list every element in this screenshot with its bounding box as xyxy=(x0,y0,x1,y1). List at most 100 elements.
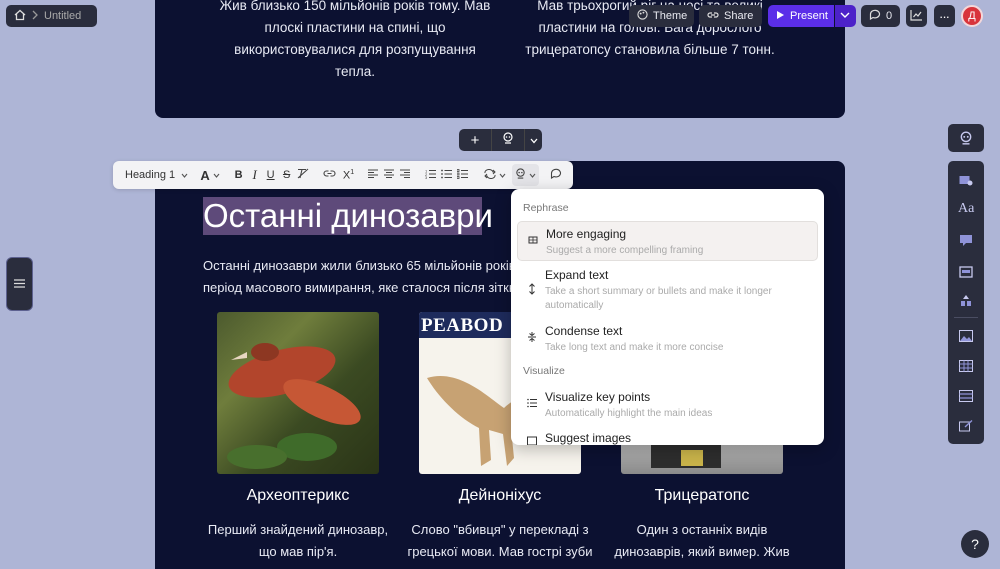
ai-robot-icon xyxy=(502,131,514,149)
text-line: динозаврів, який вимер. Жив xyxy=(614,544,790,559)
chevron-right-icon xyxy=(31,10,39,23)
gallery-icon[interactable] xyxy=(959,359,973,377)
theme-label: Theme xyxy=(653,10,688,22)
chevron-down-icon xyxy=(840,10,850,22)
menu-item-desc: Automatically highlight the main ideas xyxy=(545,408,713,419)
text-line: Жив близько 150 мільйонів років тому. Ма… xyxy=(219,0,491,13)
menu-item-desc: Take long text and make it more concise xyxy=(545,342,724,353)
caption-deinonychus: Дейноніхус xyxy=(458,487,542,504)
menu-item-more-engaging[interactable]: More engaging Suggest a more compelling … xyxy=(517,221,818,261)
link-button[interactable] xyxy=(320,164,340,186)
text-style-icon[interactable]: Aa xyxy=(958,201,974,217)
embed-icon[interactable] xyxy=(959,419,973,437)
comment-button[interactable] xyxy=(547,164,565,186)
svg-text:3: 3 xyxy=(425,175,428,179)
bird-illustration xyxy=(227,343,361,469)
present-label: Present xyxy=(790,10,828,22)
image-icon[interactable] xyxy=(959,329,973,347)
menu-item-desc: Take a short summary or bullets and make… xyxy=(545,286,772,311)
menu-item-title: Suggest images xyxy=(545,431,632,445)
breadcrumb-button[interactable]: Untitled xyxy=(6,5,97,27)
cart-wheel xyxy=(681,450,703,466)
desc-deinonychus: Слово "вбивця" у перекладі з грецької мо… xyxy=(399,519,601,563)
slide-paragraph[interactable]: Останні динозаври жили близько 65 мільйо… xyxy=(203,255,523,299)
expand-icon xyxy=(527,283,537,298)
text-line: тепла. xyxy=(335,64,375,79)
menu-item-desc: Suggest a more compelling framing xyxy=(546,245,704,256)
bold-button[interactable]: B xyxy=(231,164,247,186)
menu-item-visualize-key-points[interactable]: Visualize key points Automatically highl… xyxy=(517,385,818,421)
formatting-toolbar: Heading 1 A B I U S X1 123 xyxy=(113,161,573,189)
more-button[interactable]: ··· xyxy=(934,5,955,27)
ai-rail-button[interactable] xyxy=(948,124,984,152)
theme-button[interactable]: Theme xyxy=(629,5,694,27)
chart-icon xyxy=(910,9,923,24)
doc-title[interactable]: Untitled xyxy=(44,10,81,22)
more-wrap: ··· xyxy=(934,5,955,27)
ai-robot-icon xyxy=(515,168,526,182)
avatar-letter: Д xyxy=(968,10,976,22)
checklist-button[interactable] xyxy=(455,164,471,186)
insert-bar: + xyxy=(459,129,542,151)
shapes-icon[interactable] xyxy=(959,294,973,312)
present-dropdown[interactable] xyxy=(835,5,856,27)
menu-item-title: Condense text xyxy=(545,324,623,338)
callout-icon[interactable] xyxy=(959,233,973,251)
superscript-button[interactable]: X1 xyxy=(340,164,358,186)
italic-icon: I xyxy=(252,167,257,182)
help-button[interactable]: ? xyxy=(961,530,989,558)
clear-format-icon xyxy=(297,168,309,182)
present-button[interactable]: Present xyxy=(768,5,834,27)
underline-icon: U xyxy=(266,169,275,181)
home-icon[interactable] xyxy=(14,9,26,24)
ai-insert-button[interactable] xyxy=(491,129,525,151)
outline-toggle[interactable] xyxy=(6,257,33,311)
numbered-list-button[interactable]: 123 xyxy=(421,164,439,186)
menu-item-suggest-images[interactable]: Suggest images xyxy=(517,425,818,445)
analytics-button[interactable] xyxy=(906,5,927,27)
align-right-button[interactable] xyxy=(397,164,413,186)
image-triceratops[interactable] xyxy=(621,440,783,474)
present-group: Present xyxy=(768,5,856,27)
key-points-icon xyxy=(527,398,537,411)
menu-item-title: Expand text xyxy=(545,268,609,282)
text-style-select[interactable]: Heading 1 xyxy=(121,164,189,186)
ai-edit-button[interactable] xyxy=(512,164,540,186)
align-left-icon xyxy=(368,169,379,181)
convert-button[interactable] xyxy=(481,164,508,186)
image-icon xyxy=(527,436,537,445)
menu-item-expand-text[interactable]: Expand text Take a short summary or bull… xyxy=(517,263,818,315)
card-template-icon[interactable] xyxy=(959,173,973,191)
clear-format-button[interactable] xyxy=(295,164,313,186)
image-archaeopteryx[interactable] xyxy=(217,312,379,474)
checklist-icon xyxy=(456,168,469,182)
analytics-wrap xyxy=(906,5,927,27)
text-line: Слово "вбивця" у перекладі з xyxy=(411,522,589,537)
share-button[interactable]: Share xyxy=(699,5,762,27)
comments-button[interactable]: 0 xyxy=(861,5,900,27)
share-wrap: Share xyxy=(699,5,762,27)
underline-button[interactable]: U xyxy=(263,164,279,186)
avatar[interactable]: Д xyxy=(961,5,983,27)
layout-box-icon[interactable] xyxy=(959,265,973,283)
table-icon[interactable] xyxy=(959,389,973,407)
strikethrough-button[interactable]: S xyxy=(279,164,295,186)
play-icon xyxy=(776,10,785,23)
text-line: Один з останніх видів xyxy=(636,522,768,537)
italic-button[interactable]: I xyxy=(247,164,263,186)
insert-dropdown-button[interactable] xyxy=(525,129,542,151)
text-style-value: Heading 1 xyxy=(125,169,176,181)
add-block-button[interactable]: + xyxy=(459,129,491,151)
align-left-button[interactable] xyxy=(365,164,381,186)
menu-item-condense-text[interactable]: Condense text Take long text and make it… xyxy=(517,319,818,355)
condense-icon xyxy=(527,331,537,346)
align-center-button[interactable] xyxy=(381,164,397,186)
more-icon: ··· xyxy=(939,8,950,24)
palette-icon xyxy=(637,9,648,23)
comment-icon xyxy=(550,168,562,182)
slide-heading[interactable]: Останні динозаври xyxy=(203,196,493,236)
link-icon xyxy=(707,10,719,23)
help-icon: ? xyxy=(971,536,979,552)
bullet-list-button[interactable] xyxy=(439,164,455,186)
font-color-button[interactable]: A xyxy=(195,164,224,186)
